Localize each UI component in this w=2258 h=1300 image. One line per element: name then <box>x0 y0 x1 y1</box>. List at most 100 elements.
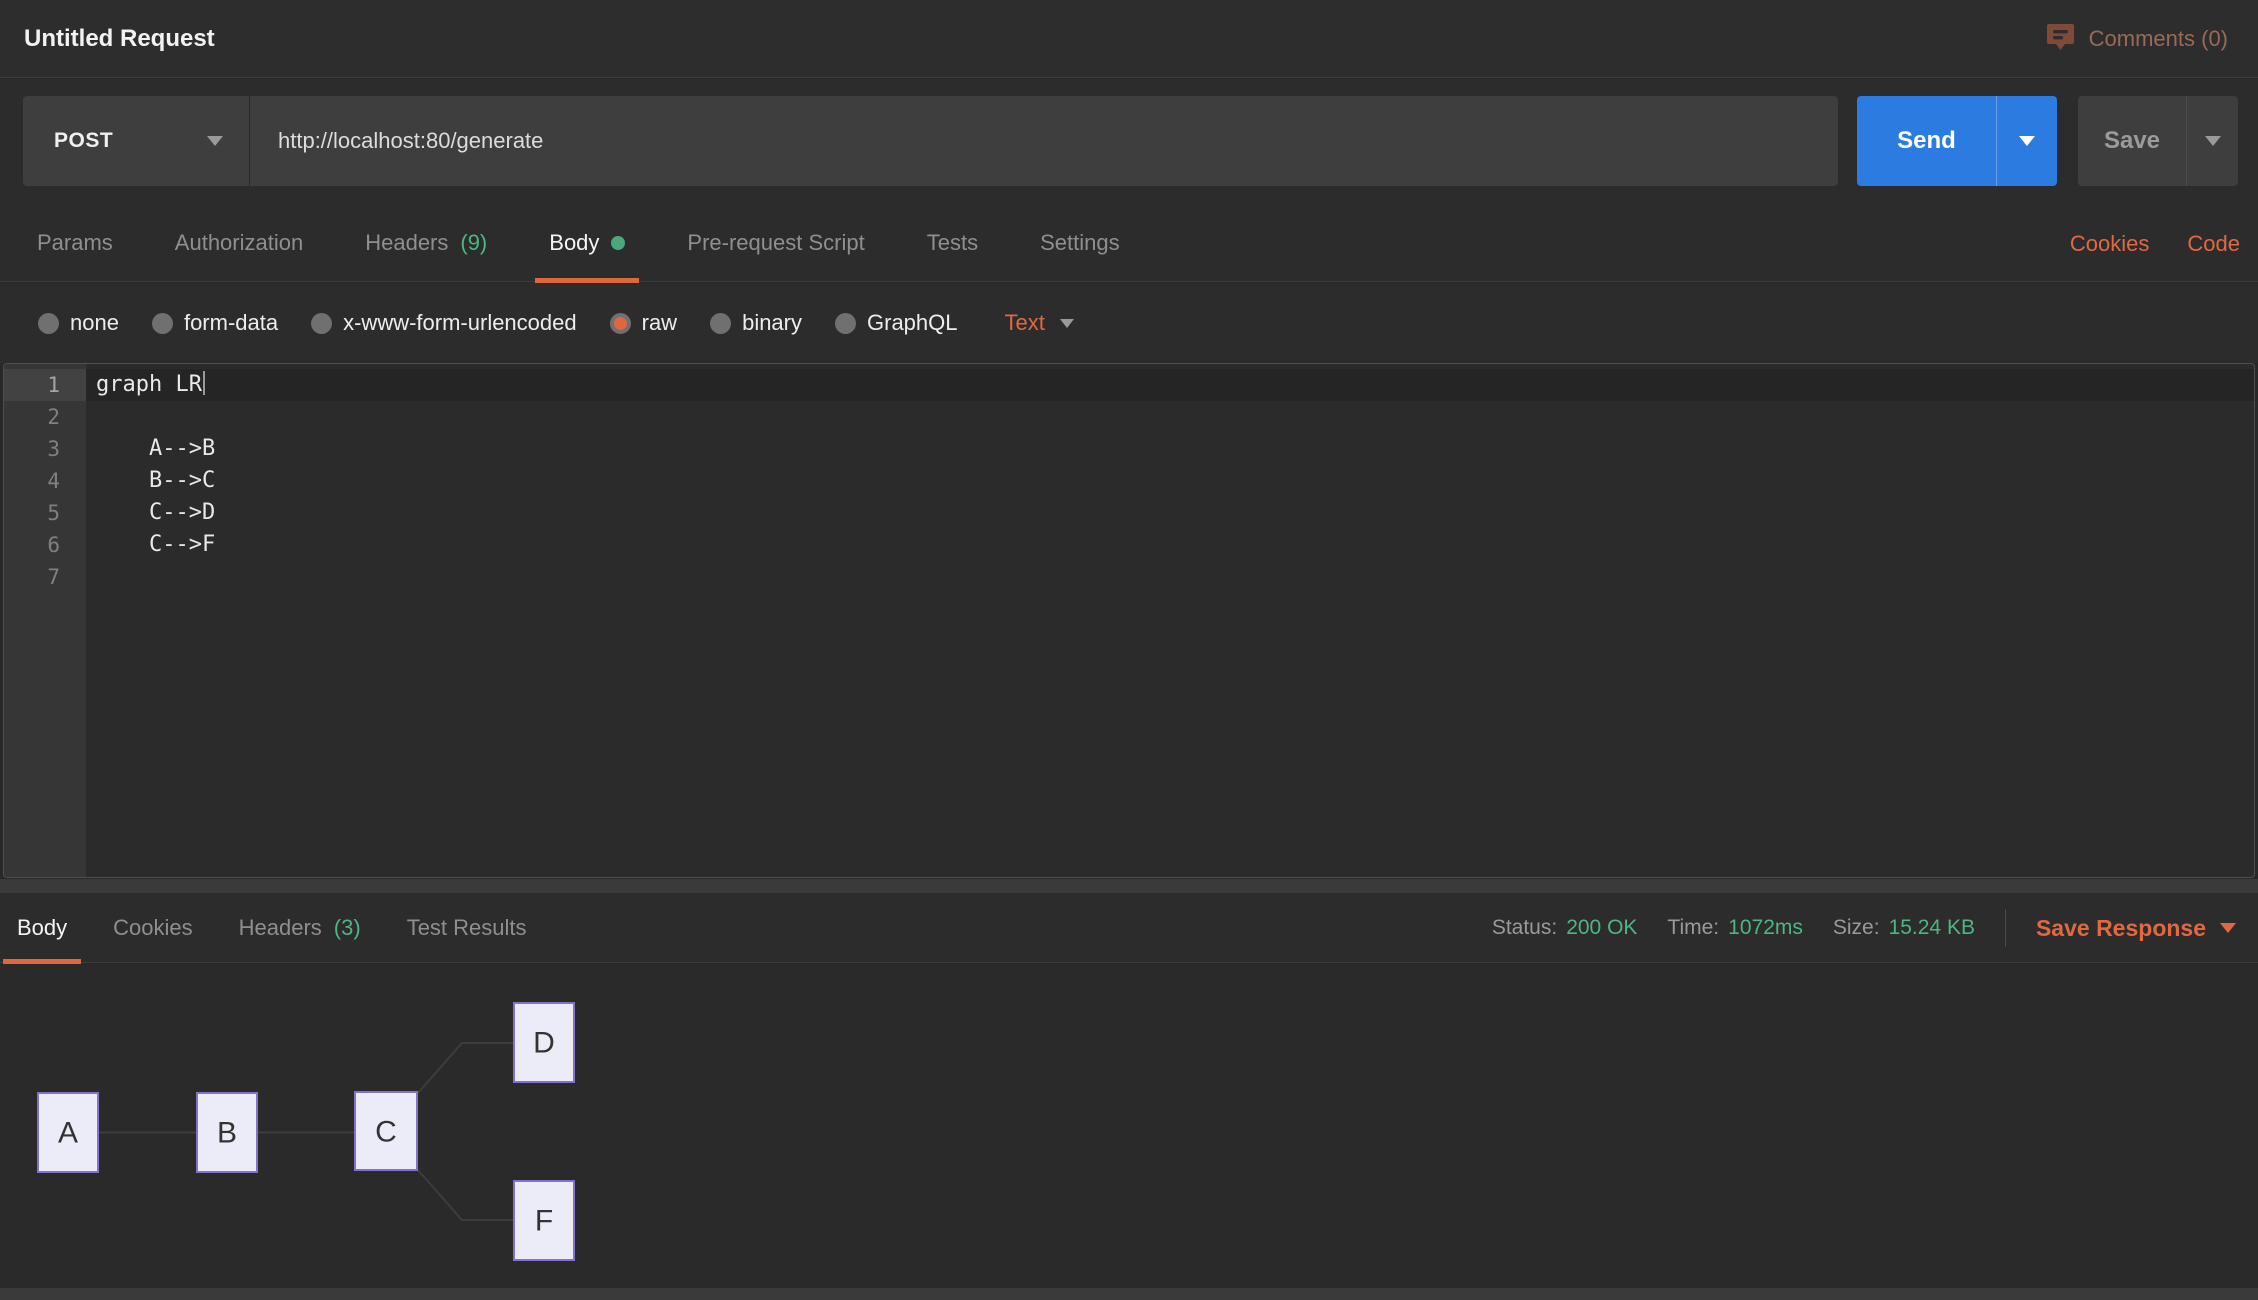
svg-text:C: C <box>375 1116 397 1149</box>
comment-bubble-icon <box>2045 21 2076 57</box>
svg-text:A: A <box>58 1117 78 1150</box>
line-number: 2 <box>4 401 86 433</box>
line-number: 6 <box>4 529 86 561</box>
line-code: C-->D <box>86 497 2254 529</box>
size-value: 15.24 KB <box>1889 916 1975 940</box>
time-value: 1072ms <box>1728 916 1803 940</box>
tab-links: Cookies Code <box>2070 205 2240 282</box>
method-select[interactable]: POST <box>23 96 250 186</box>
send-options-button[interactable] <box>1997 96 2057 186</box>
panel-resize-handle[interactable] <box>0 879 2258 893</box>
graph-node-D: D <box>514 1003 574 1082</box>
divider <box>2005 909 2006 947</box>
status-indicator: Status: 200 OK <box>1492 916 1638 940</box>
comments-button[interactable]: Comments (0) <box>2045 21 2228 57</box>
status-value: 200 OK <box>1566 916 1637 940</box>
graph-node-F: F <box>514 1181 574 1260</box>
send-button[interactable]: Send <box>1857 96 1997 186</box>
raw-format-select[interactable]: Text <box>1005 310 1074 336</box>
radio-icon <box>38 313 59 334</box>
chevron-down-icon <box>207 136 223 146</box>
cookies-link[interactable]: Cookies <box>2070 231 2149 257</box>
edge-C-F <box>417 1169 514 1220</box>
chevron-down-icon <box>1060 319 1074 328</box>
text-cursor <box>203 371 205 395</box>
svg-text:F: F <box>535 1205 553 1238</box>
response-graph: A B C D F <box>0 964 2258 1288</box>
chevron-down-icon <box>2205 136 2221 146</box>
editor-line: 3 A-->B <box>4 433 2254 465</box>
response-headers-count: (3) <box>334 915 361 941</box>
save-response-button[interactable]: Save Response <box>2036 915 2236 942</box>
url-bar: POST http://localhost:80/generate <box>23 96 1838 186</box>
chevron-down-icon <box>2019 136 2035 146</box>
line-number: 3 <box>4 433 86 465</box>
line-number: 4 <box>4 465 86 497</box>
radio-binary[interactable]: binary <box>710 310 802 336</box>
response-tab-test-results[interactable]: Test Results <box>407 893 527 963</box>
code-link[interactable]: Code <box>2187 231 2240 257</box>
radio-icon <box>710 313 731 334</box>
editor-line: 5 C-->D <box>4 497 2254 529</box>
save-button-group: Save <box>2078 96 2238 186</box>
line-code: B-->C <box>86 465 2254 497</box>
tab-body[interactable]: Body <box>549 205 625 282</box>
editor-line: 7 <box>4 561 2254 593</box>
body-type-options: none form-data x-www-form-urlencoded raw… <box>0 283 2258 363</box>
line-code <box>86 561 2254 593</box>
response-tab-body[interactable]: Body <box>17 893 67 963</box>
editor-line: 1 graph LR <box>4 369 2254 401</box>
radio-icon <box>835 313 856 334</box>
radio-none[interactable]: none <box>38 310 119 336</box>
edge-C-D <box>417 1043 514 1094</box>
tab-tests[interactable]: Tests <box>927 205 978 282</box>
tab-authorization[interactable]: Authorization <box>175 205 303 282</box>
request-url-row: POST http://localhost:80/generate Send S… <box>0 79 2258 205</box>
editor-line: 2 <box>4 401 2254 433</box>
response-tabs: Body Cookies Headers (3) Test Results St… <box>0 893 2258 963</box>
bottom-scrollbar-track[interactable] <box>0 1288 2258 1300</box>
graph-node-C: C <box>355 1092 417 1170</box>
radio-raw[interactable]: raw <box>610 310 677 336</box>
radio-graphql[interactable]: GraphQL <box>835 310 958 336</box>
method-value: POST <box>54 129 113 153</box>
radio-selected-icon <box>610 313 631 334</box>
line-code: A-->B <box>86 433 2254 465</box>
svg-text:B: B <box>217 1117 237 1150</box>
send-button-group: Send <box>1857 96 2057 186</box>
request-body-editor[interactable]: 1 graph LR 2 3 A-->B 4 B-->C 5 C-->D 6 C… <box>3 363 2255 878</box>
tab-params[interactable]: Params <box>37 205 113 282</box>
editor-line: 4 B-->C <box>4 465 2254 497</box>
time-indicator: Time: 1072ms <box>1667 916 1802 940</box>
tab-headers[interactable]: Headers (9) <box>365 205 487 282</box>
response-tab-cookies[interactable]: Cookies <box>113 893 192 963</box>
save-button[interactable]: Save <box>2078 96 2187 186</box>
graph-node-B: B <box>197 1093 257 1172</box>
response-meta: Status: 200 OK Time: 1072ms Size: 15.24 … <box>1492 893 2236 963</box>
line-number: 7 <box>4 561 86 593</box>
response-tab-headers[interactable]: Headers (3) <box>239 893 361 963</box>
tab-settings[interactable]: Settings <box>1040 205 1120 282</box>
title-bar: Untitled Request Comments (0) <box>0 0 2258 78</box>
line-number: 5 <box>4 497 86 529</box>
headers-count: (9) <box>460 230 487 256</box>
request-title: Untitled Request <box>24 25 215 53</box>
line-code: graph LR <box>86 369 2254 401</box>
raw-format-value: Text <box>1005 310 1045 336</box>
radio-x-www-form-urlencoded[interactable]: x-www-form-urlencoded <box>311 310 577 336</box>
size-indicator: Size: 15.24 KB <box>1833 916 1975 940</box>
radio-icon <box>152 313 173 334</box>
line-number: 1 <box>4 369 86 401</box>
svg-text:D: D <box>533 1027 555 1060</box>
request-tabs: Params Authorization Headers (9) Body Pr… <box>0 205 2258 282</box>
comments-label: Comments (0) <box>2089 26 2228 52</box>
radio-icon <box>311 313 332 334</box>
active-tab-underline <box>3 959 81 964</box>
response-body-panel: A B C D F <box>0 964 2258 1288</box>
radio-form-data[interactable]: form-data <box>152 310 278 336</box>
graph-node-A: A <box>38 1093 98 1172</box>
tab-prerequest-script[interactable]: Pre-request Script <box>687 205 864 282</box>
url-input[interactable]: http://localhost:80/generate <box>250 96 1838 186</box>
save-options-button[interactable] <box>2187 96 2238 186</box>
chevron-down-icon <box>2220 923 2236 933</box>
